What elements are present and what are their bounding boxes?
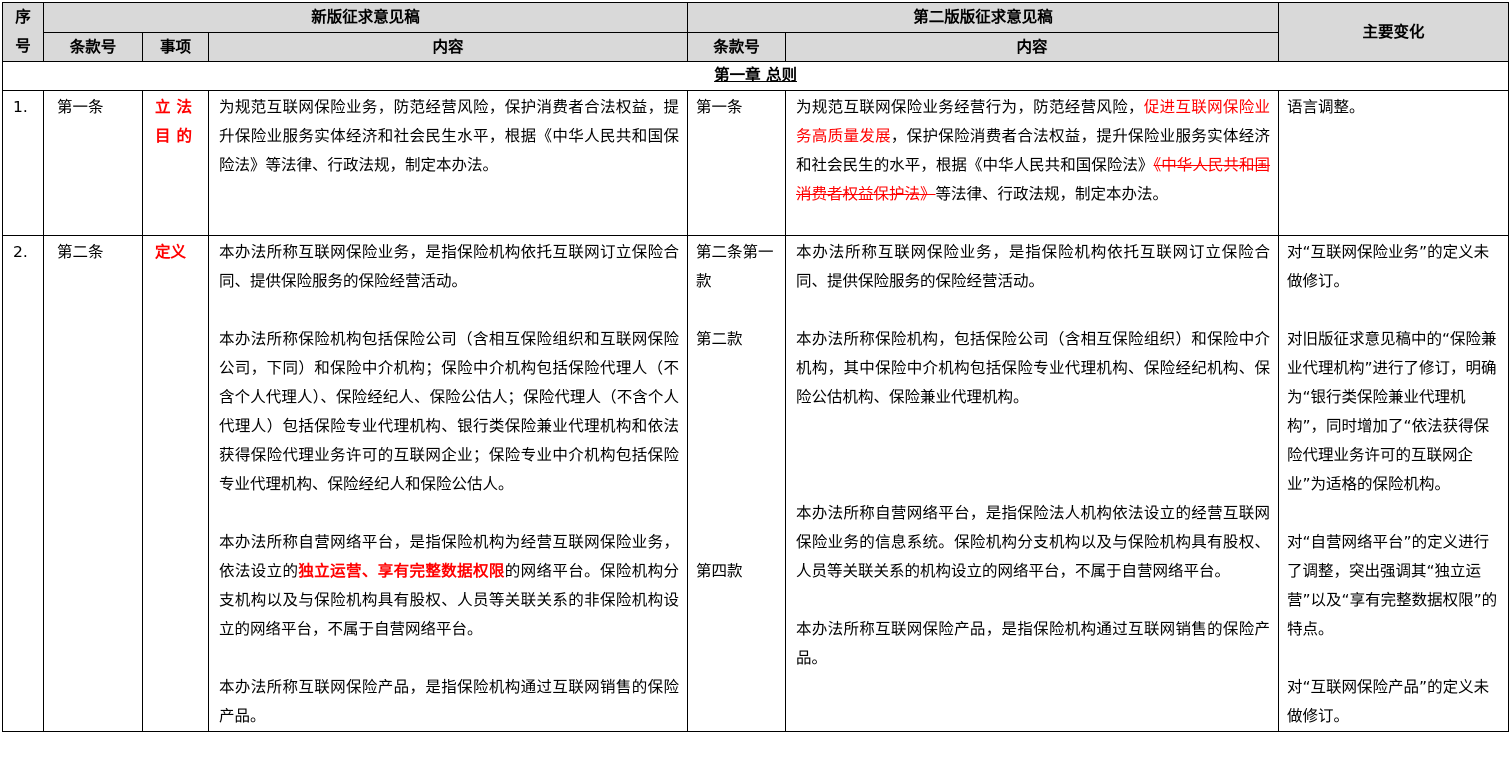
topic-label: 定义 bbox=[142, 235, 209, 732]
change-paragraph: 对“互联网保险业务”的定义未做修订。 bbox=[1287, 243, 1490, 290]
old-paragraph: 本办法所称保险机构，包括保险公司（含相互保险组织）和保险中介机构，其中保险中介机… bbox=[796, 330, 1271, 406]
change-paragraph: 对“互联网保险产品”的定义未做修订。 bbox=[1287, 678, 1490, 725]
old-clause-number: 第四款 bbox=[696, 562, 743, 580]
change-summary: 语言调整。 bbox=[1278, 90, 1510, 236]
table-row: 2. 第二条 定义 本办法所称互联网保险业务，是指保险机构依托互联网订立保险合同… bbox=[2, 235, 1510, 732]
row-number: 1. bbox=[2, 90, 44, 236]
old-content: 为规范互联网保险业务经营行为，防范经营风险，促进互联网保险业务高质量发展，保护保… bbox=[785, 90, 1280, 236]
changes-header: 主要变化 bbox=[1278, 2, 1510, 62]
change-summary: 对“互联网保险业务”的定义未做修订。 对旧版征求意见稿中的“保险兼业代理机构”进… bbox=[1278, 235, 1510, 732]
new-content: 为规范互联网保险业务，防范经营风险，保护消费者合法权益，提升保险业服务实体经济和… bbox=[207, 90, 689, 236]
new-clause-header: 条款号 bbox=[43, 31, 143, 62]
new-paragraph: 本办法所称自营网络平台，是指保险机构为经营互联网保险业务，依法设立的独立运营、享… bbox=[219, 533, 680, 638]
old-paragraph: 本办法所称互联网保险业务，是指保险机构依托互联网订立保险合同、提供保险服务的保险… bbox=[796, 243, 1271, 290]
new-paragraph: 本办法所称互联网保险业务，是指保险机构依托互联网订立保险合同、提供保险服务的保险… bbox=[219, 243, 680, 290]
new-draft-header: 新版征求意见稿 bbox=[42, 2, 689, 33]
old-paragraph: 本办法所称互联网保险产品，是指保险机构通过互联网销售的保险产品。 bbox=[796, 620, 1271, 667]
table-row: 1. 第一条 立法目的 为规范互联网保险业务，防范经营风险，保护消费者合法权益，… bbox=[2, 90, 1510, 236]
comparison-table: 序号 新版征求意见稿 第二版版征求意见稿 主要变化 条款号 事项 内容 条款号 … bbox=[1, 2, 1510, 732]
old-content-header: 内容 bbox=[785, 31, 1280, 62]
topic-label: 立法目的 bbox=[142, 90, 209, 236]
new-clause-number: 第一条 bbox=[43, 90, 143, 236]
old-clause-number: 第一条 bbox=[687, 90, 787, 236]
old-content: 本办法所称互联网保险业务，是指保险机构依托互联网订立保险合同、提供保险服务的保险… bbox=[785, 235, 1280, 732]
new-content: 本办法所称互联网保险业务，是指保险机构依托互联网订立保险合同、提供保险服务的保险… bbox=[207, 235, 689, 732]
old-clause-numbers: 第二条第一款 第二款 第四款 bbox=[687, 235, 787, 732]
highlighted-text: 独立运营、享有完整数据权限 bbox=[298, 562, 505, 580]
old-paragraph: 本办法所称自营网络平台，是指保险法人机构依法设立的经营互联网保险业务的信息系统。… bbox=[796, 504, 1271, 580]
chapter-title: 第一章 总则 bbox=[1, 61, 1510, 91]
new-clause-number: 第二条 bbox=[43, 235, 143, 732]
old-clause-header: 条款号 bbox=[687, 31, 787, 62]
seq-header: 序号 bbox=[2, 2, 44, 62]
change-paragraph: 对旧版征求意见稿中的“保险兼业代理机构”进行了修订，明确为“银行类保险兼业代理机… bbox=[1287, 330, 1497, 493]
new-paragraph: 本办法所称保险机构包括保险公司（含相互保险组织和互联网保险公司，下同）和保险中介… bbox=[219, 330, 680, 493]
row-number: 2. bbox=[2, 235, 44, 732]
old-clause-number: 第二款 bbox=[696, 330, 743, 348]
new-topic-header: 事项 bbox=[142, 31, 209, 62]
new-paragraph: 本办法所称互联网保险产品，是指保险机构通过互联网销售的保险产品。 bbox=[219, 678, 680, 725]
new-content-header: 内容 bbox=[207, 31, 689, 62]
old-clause-number: 第二条第一款 bbox=[696, 243, 774, 290]
old-draft-header: 第二版版征求意见稿 bbox=[687, 2, 1280, 33]
change-paragraph: 对“自营网络平台”的定义进行了调整，突出强调其“独立运营”以及“享有完整数据权限… bbox=[1287, 533, 1498, 638]
